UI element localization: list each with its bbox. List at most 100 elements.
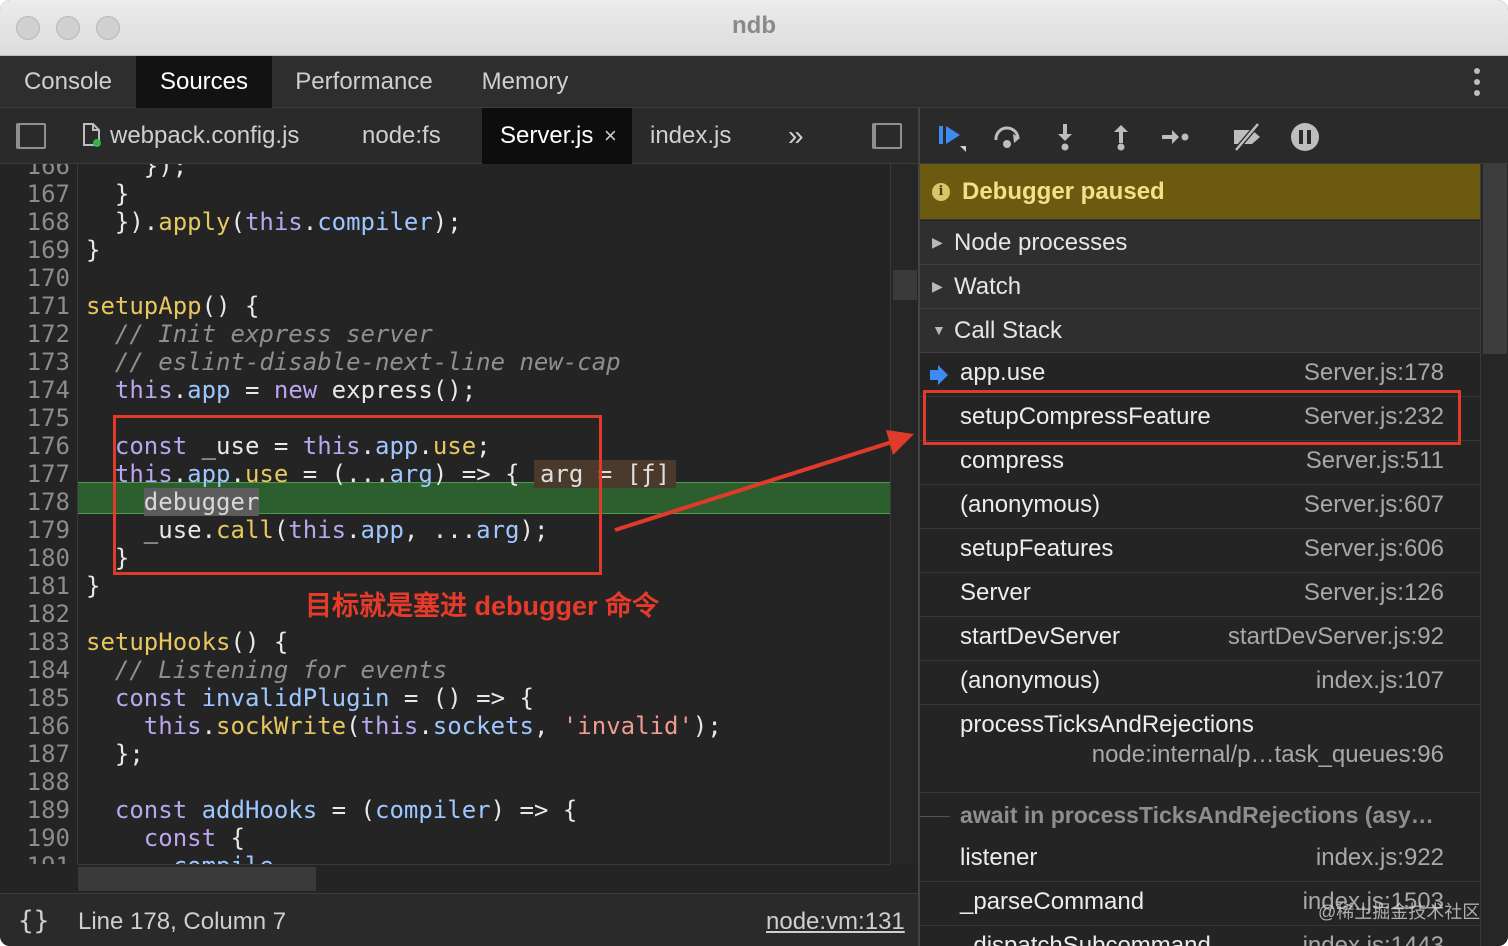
code-line: }).apply(this.compiler); (86, 208, 462, 236)
call-frame[interactable]: (anonymous) index.js:107 (920, 661, 1480, 705)
paused-label: Debugger paused (962, 178, 1165, 205)
code-line: }; (86, 740, 144, 768)
line-number[interactable]: 186 (0, 712, 70, 740)
frame-name: setupFeatures (960, 535, 1114, 562)
annotation-box-code (113, 415, 602, 575)
editor-status-bar: {} Line 178, Column 7 node:vm:131 (0, 893, 918, 946)
annotation-box-frame (923, 390, 1461, 445)
section-watch[interactable]: ▶ Watch (920, 265, 1480, 309)
sidebar-scrollbar[interactable] (1480, 164, 1508, 946)
frame-name: _parseCommand (960, 888, 1145, 915)
cursor-position: Line 178, Column 7 (78, 908, 287, 935)
scroll-thumb[interactable] (1483, 164, 1507, 354)
pretty-print-icon[interactable]: {} (18, 906, 49, 936)
step-icon[interactable] (1160, 122, 1190, 152)
window-title: ndb (732, 12, 776, 39)
watermark: @稀土掘金技术社区 (1318, 902, 1481, 922)
line-number[interactable]: 180 (0, 544, 70, 572)
line-number[interactable]: 179 (0, 516, 70, 544)
tab-memory[interactable]: Memory (456, 56, 594, 108)
code-line: } (86, 236, 101, 264)
editor-horizontal-scrollbar[interactable] (78, 864, 890, 892)
frame-location: Server.js:511 (1305, 447, 1444, 474)
step-out-icon[interactable] (1106, 122, 1136, 152)
call-frame[interactable]: compress Server.js:511 (920, 441, 1480, 485)
line-number[interactable]: 184 (0, 656, 70, 684)
toggle-navigator-icon[interactable] (16, 123, 46, 149)
line-number[interactable]: 170 (0, 264, 70, 292)
tab-performance[interactable]: Performance (272, 56, 456, 108)
frame-name: compress (960, 447, 1065, 474)
line-number[interactable]: 178 (0, 488, 70, 516)
section-label: Watch (954, 273, 1022, 300)
call-frame[interactable]: (anonymous) Server.js:607 (920, 485, 1480, 529)
line-number[interactable]: 167 (0, 180, 70, 208)
line-number[interactable]: 182 (0, 600, 70, 628)
resume-icon[interactable] (936, 122, 966, 152)
code-line: this.app = new express(); (114, 376, 477, 404)
section-call-stack[interactable]: ▼ Call Stack (920, 309, 1480, 353)
line-number[interactable]: 175 (0, 404, 70, 432)
info-icon: i (932, 183, 950, 201)
call-frame[interactable]: listener index.js:922 (920, 838, 1480, 882)
file-tab-webpack-config[interactable]: webpack.config.js (80, 108, 330, 164)
line-number[interactable]: 169 (0, 236, 70, 264)
line-number[interactable]: 189 (0, 796, 70, 824)
call-frame[interactable]: Server Server.js:126 (920, 573, 1480, 617)
line-number[interactable]: 177 (0, 460, 70, 488)
line-number[interactable]: 188 (0, 768, 70, 796)
main-tab-bar: Console Sources Performance Memory (0, 56, 1508, 108)
file-tab-node-fs[interactable]: node:fs (362, 108, 472, 164)
expand-arrow-icon: ▶ (932, 278, 943, 294)
more-tabs-icon[interactable]: » (788, 108, 818, 164)
step-over-icon[interactable] (992, 122, 1022, 152)
line-number[interactable]: 181 (0, 572, 70, 600)
code-line: // eslint-disable-next-line new-cap (86, 348, 621, 376)
line-number[interactable]: 168 (0, 208, 70, 236)
call-frame[interactable]: processTicksAndRejections node:internal/… (920, 705, 1480, 793)
code-line: setupHooks() { (86, 628, 289, 656)
debugger-toolbar (920, 108, 1508, 164)
call-frame[interactable]: setupFeatures Server.js:606 (920, 529, 1480, 573)
file-tab-index-js[interactable]: index.js (650, 108, 750, 164)
tab-sources[interactable]: Sources (136, 56, 272, 108)
tab-console[interactable]: Console (0, 56, 136, 108)
line-number[interactable]: 176 (0, 432, 70, 460)
code-line: }); (86, 164, 188, 180)
line-number[interactable]: 187 (0, 740, 70, 768)
frame-name: (anonymous) (960, 491, 1101, 518)
line-number[interactable]: 173 (0, 348, 70, 376)
frame-location: index.js:107 (1315, 667, 1444, 694)
source-map-link[interactable]: node:vm:131 (766, 908, 905, 936)
expand-arrow-icon: ▶ (932, 234, 943, 250)
line-number[interactable]: 191 (0, 852, 70, 864)
file-tab-bar: #nav-icon-fix::before{left:6px} webpack.… (0, 108, 918, 164)
call-frame[interactable]: startDevServer startDevServer.js:92 (920, 617, 1480, 661)
scroll-thumb[interactable] (893, 270, 917, 300)
deactivate-breakpoints-icon[interactable] (1230, 122, 1266, 152)
close-tab-icon[interactable]: × (604, 108, 617, 164)
editor-vertical-scrollbar[interactable] (890, 164, 918, 864)
code-line: } (86, 572, 101, 600)
current-frame-arrow-icon (930, 365, 948, 385)
toggle-debugger-icon[interactable] (872, 123, 902, 149)
scroll-thumb[interactable] (78, 867, 316, 891)
line-number[interactable]: 185 (0, 684, 70, 712)
section-node-processes[interactable]: ▶ Node processes (920, 221, 1480, 265)
pause-on-exceptions-icon[interactable] (1290, 122, 1320, 152)
more-options-icon[interactable] (1462, 66, 1492, 98)
line-number[interactable]: 172 (0, 320, 70, 348)
line-number[interactable]: 171 (0, 292, 70, 320)
line-number[interactable]: 174 (0, 376, 70, 404)
file-tab-server-js[interactable]: Server.js × (482, 108, 632, 164)
section-label: Call Stack (954, 317, 1063, 344)
call-frame[interactable]: _dispatchSubcommand index.js:1443 (920, 926, 1480, 946)
line-number[interactable]: 183 (0, 628, 70, 656)
async-label: await in processTicksAndRejections (asy… (960, 802, 1434, 828)
line-number[interactable]: 190 (0, 824, 70, 852)
frame-name: processTicksAndRejections (960, 711, 1254, 738)
code-line: compile (86, 852, 274, 864)
step-into-icon[interactable] (1050, 122, 1080, 152)
line-number[interactable]: 166 (0, 164, 70, 180)
section-label: Node processes (954, 229, 1128, 256)
